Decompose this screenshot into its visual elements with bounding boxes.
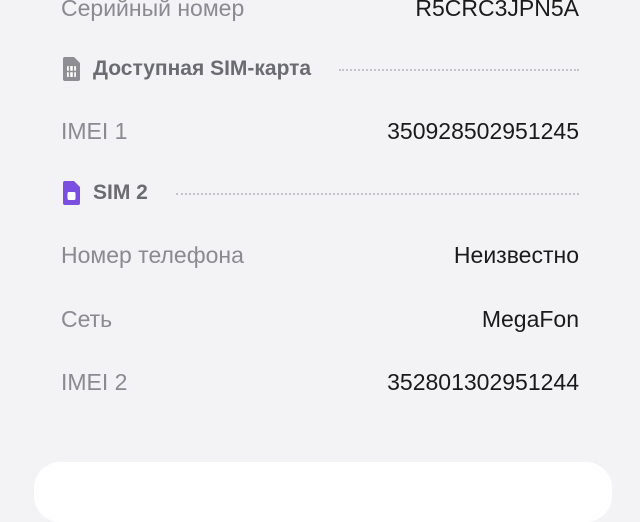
sim-card-icon <box>61 56 81 82</box>
section-title: SIM 2 <box>93 181 148 204</box>
serial-number-label: Серийный номер <box>61 0 245 21</box>
serial-number-row: Серийный номер R5CRC3JPN5A <box>61 0 579 28</box>
serial-number-value: R5CRC3JPN5A <box>415 0 579 21</box>
imei2-row: IMEI 2 352801302951244 <box>61 362 579 402</box>
imei1-row: IMEI 1 350928502951245 <box>61 111 579 151</box>
section-divider <box>175 193 579 195</box>
imei1-value: 350928502951245 <box>387 117 579 144</box>
imei2-label: IMEI 2 <box>61 368 128 395</box>
next-card[interactable] <box>34 462 612 522</box>
sim-card-icon <box>61 180 81 206</box>
section-title: Доступная SIM-карта <box>93 57 312 80</box>
section-available-sim: Доступная SIM-карта <box>61 49 579 89</box>
phone-number-row: Номер телефона Неизвестно <box>61 235 579 275</box>
network-value: MegaFon <box>481 305 579 332</box>
network-row: Сеть MegaFon <box>61 299 579 339</box>
section-sim2: SIM 2 <box>61 173 579 213</box>
imei1-label: IMEI 1 <box>61 117 128 144</box>
imei2-value: 352801302951244 <box>387 368 579 395</box>
phone-number-label: Номер телефона <box>61 241 244 268</box>
phone-number-value: Неизвестно <box>453 241 579 268</box>
section-divider <box>339 69 579 71</box>
network-label: Сеть <box>61 305 113 332</box>
